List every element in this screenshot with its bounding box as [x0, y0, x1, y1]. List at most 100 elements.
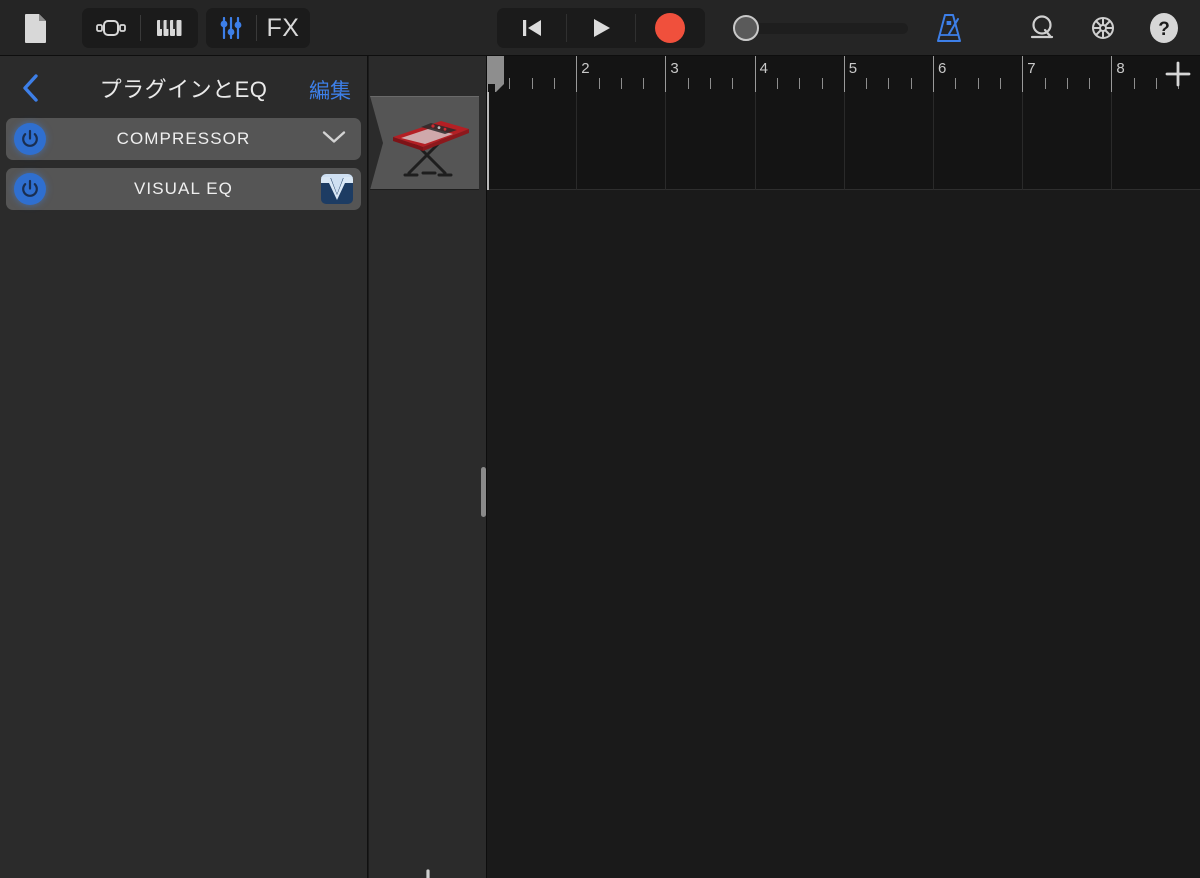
track-header-column	[369, 56, 487, 878]
play-icon	[593, 19, 610, 37]
lane-bar-line	[665, 92, 667, 190]
ruler-bar-number: 3	[670, 60, 679, 77]
timeline-ruler[interactable]: 12345678	[487, 56, 1200, 93]
gear-icon	[1092, 17, 1114, 39]
ruler-beat-tick	[732, 78, 734, 89]
lane-bar-line	[754, 92, 756, 190]
plugins-eq-sidebar: プラグインとEQ 編集 COMPRESSOR VISUAL EQ	[0, 56, 368, 878]
keyboard-icon	[157, 20, 182, 36]
timeline-track-area[interactable]	[487, 92, 1200, 878]
plugin-row-compressor[interactable]: COMPRESSOR	[6, 118, 361, 160]
ruler-beat-tick	[977, 78, 979, 89]
fx-button[interactable]: FX	[256, 8, 310, 48]
ruler-beat-tick	[955, 78, 957, 89]
record-icon	[654, 13, 685, 43]
ruler-beat-tick	[531, 78, 533, 89]
ruler-beat-tick	[1133, 78, 1135, 89]
ruler-bar-line	[665, 56, 667, 92]
volume-track	[742, 23, 908, 34]
plugin-label-compressor: COMPRESSOR	[116, 129, 251, 148]
ruler-ticks: 12345678	[487, 56, 1180, 92]
ruler-beat-tick	[509, 78, 511, 89]
eq-curve-icon	[321, 174, 353, 200]
power-icon	[22, 179, 38, 197]
tracks-view-button[interactable]	[82, 8, 140, 48]
ruler-beat-tick	[999, 78, 1001, 89]
keyboard-on-stand-icon	[383, 111, 475, 186]
sliders-icon	[220, 17, 242, 39]
record-button[interactable]	[635, 8, 704, 48]
edit-button[interactable]: 編集	[309, 75, 351, 105]
view-segmented-control	[82, 8, 198, 48]
ruler-bar-number: 5	[848, 60, 858, 77]
chevron-down-icon[interactable]	[321, 129, 347, 150]
svg-text:?: ?	[1158, 19, 1170, 40]
master-volume-slider[interactable]	[733, 15, 908, 41]
ruler-bar-number: 4	[759, 60, 768, 77]
play-button[interactable]	[566, 8, 635, 48]
ruler-beat-tick	[1066, 78, 1068, 89]
ruler-bar-line	[1111, 56, 1113, 92]
ruler-beat-tick	[598, 78, 600, 89]
add-track-button[interactable]	[369, 856, 487, 878]
help-button[interactable]: ?	[1143, 8, 1185, 48]
playhead-marker[interactable]	[487, 56, 504, 93]
ruler-bar-number: 7	[1027, 60, 1036, 77]
instrument-view-button[interactable]	[140, 8, 198, 48]
eq-curve-thumbnail[interactable]	[321, 174, 353, 204]
ruler-bar-line	[843, 56, 845, 92]
panel-resize-handle[interactable]	[481, 467, 486, 517]
add-section-button[interactable]	[1160, 58, 1196, 90]
ruler-beat-tick	[643, 78, 645, 89]
lane-bar-line	[1022, 92, 1024, 190]
loop-button[interactable]	[1021, 8, 1063, 48]
ruler-beat-tick	[888, 78, 890, 89]
ruler-beat-tick	[866, 78, 868, 89]
ruler-bar-line	[576, 56, 578, 92]
sidebar-header: プラグインとEQ 編集	[0, 56, 367, 118]
ruler-bar-number: 8	[1116, 60, 1125, 77]
playhead-line	[487, 92, 489, 190]
track-selection-notch	[369, 96, 383, 190]
ruler-bar-line	[754, 56, 756, 92]
fx-segmented-control: FX	[206, 8, 310, 48]
metronome-icon	[937, 14, 961, 42]
fx-button-label: FX	[266, 13, 300, 42]
plus-icon	[1165, 61, 1191, 87]
settings-button[interactable]	[1082, 8, 1124, 48]
volume-knob[interactable]	[733, 15, 759, 41]
tracks-view-icon	[96, 20, 126, 36]
ruler-beat-tick	[687, 78, 689, 89]
ruler-beat-tick	[710, 78, 711, 89]
ruler-beat-tick	[799, 78, 801, 89]
lane-bar-line	[843, 92, 845, 190]
track-lane-keyboard[interactable]	[487, 92, 1200, 190]
lane-bar-line	[933, 92, 934, 190]
lane-bar-line	[1111, 92, 1113, 190]
mixer-button[interactable]	[206, 8, 256, 48]
power-icon	[22, 129, 38, 147]
plugin-label-visual-eq: VISUAL EQ	[133, 179, 234, 198]
metronome-button[interactable]	[928, 8, 970, 48]
ruler-beat-tick	[821, 78, 823, 89]
ruler-beat-tick	[620, 78, 622, 89]
ruler-beat-tick	[776, 78, 778, 89]
power-toggle-visual-eq[interactable]	[14, 173, 46, 205]
power-toggle-compressor[interactable]	[14, 123, 46, 155]
ruler-beat-tick	[553, 78, 555, 89]
top-toolbar: FX ?	[0, 0, 1200, 56]
track-header-keyboard[interactable]	[369, 96, 487, 190]
rewind-button[interactable]	[497, 8, 566, 48]
plugin-row-visual-eq[interactable]: VISUAL EQ	[6, 168, 361, 210]
ruler-bar-line	[1022, 56, 1024, 92]
ruler-beat-tick	[910, 78, 912, 89]
question-mark-icon: ?	[1150, 13, 1178, 43]
empty-track-space[interactable]	[487, 190, 1200, 878]
ruler-bar-line	[933, 56, 934, 92]
rewind-icon	[522, 20, 541, 36]
document-icon[interactable]	[16, 8, 56, 48]
ruler-beat-tick	[1089, 78, 1091, 89]
lane-bar-line	[576, 92, 578, 190]
ruler-bar-number: 6	[938, 60, 947, 77]
loop-icon	[1030, 15, 1054, 39]
